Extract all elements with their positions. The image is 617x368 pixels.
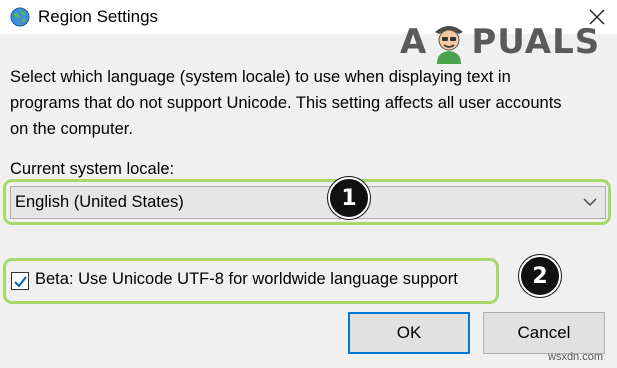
mascot-icon [435,26,464,64]
watermark-letters: PUALS [471,22,601,62]
site-watermark: wsxdn.com [548,351,604,363]
step-badge-2: 2 [519,255,561,297]
watermark-letter-a: A [400,22,428,62]
locale-dropdown[interactable]: English (United States) [10,186,606,219]
checkmark-icon [14,276,27,288]
beta-utf8-label[interactable]: Beta: Use Unicode UTF-8 for worldwide la… [35,270,458,289]
description-text: Select which language (system locale) to… [10,68,562,138]
chevron-down-icon [583,198,597,206]
ok-button[interactable]: OK [348,312,470,354]
globe-icon [10,7,30,27]
cancel-button[interactable]: Cancel [483,312,605,354]
step-badge-1: 1 [328,177,370,219]
beta-utf8-checkbox[interactable] [11,272,29,290]
locale-selected-value: English (United States) [15,193,184,211]
locale-label: Current system locale: [10,160,175,178]
appuals-watermark: A PUALS [400,20,610,64]
window-title: Region Settings [38,7,159,26]
